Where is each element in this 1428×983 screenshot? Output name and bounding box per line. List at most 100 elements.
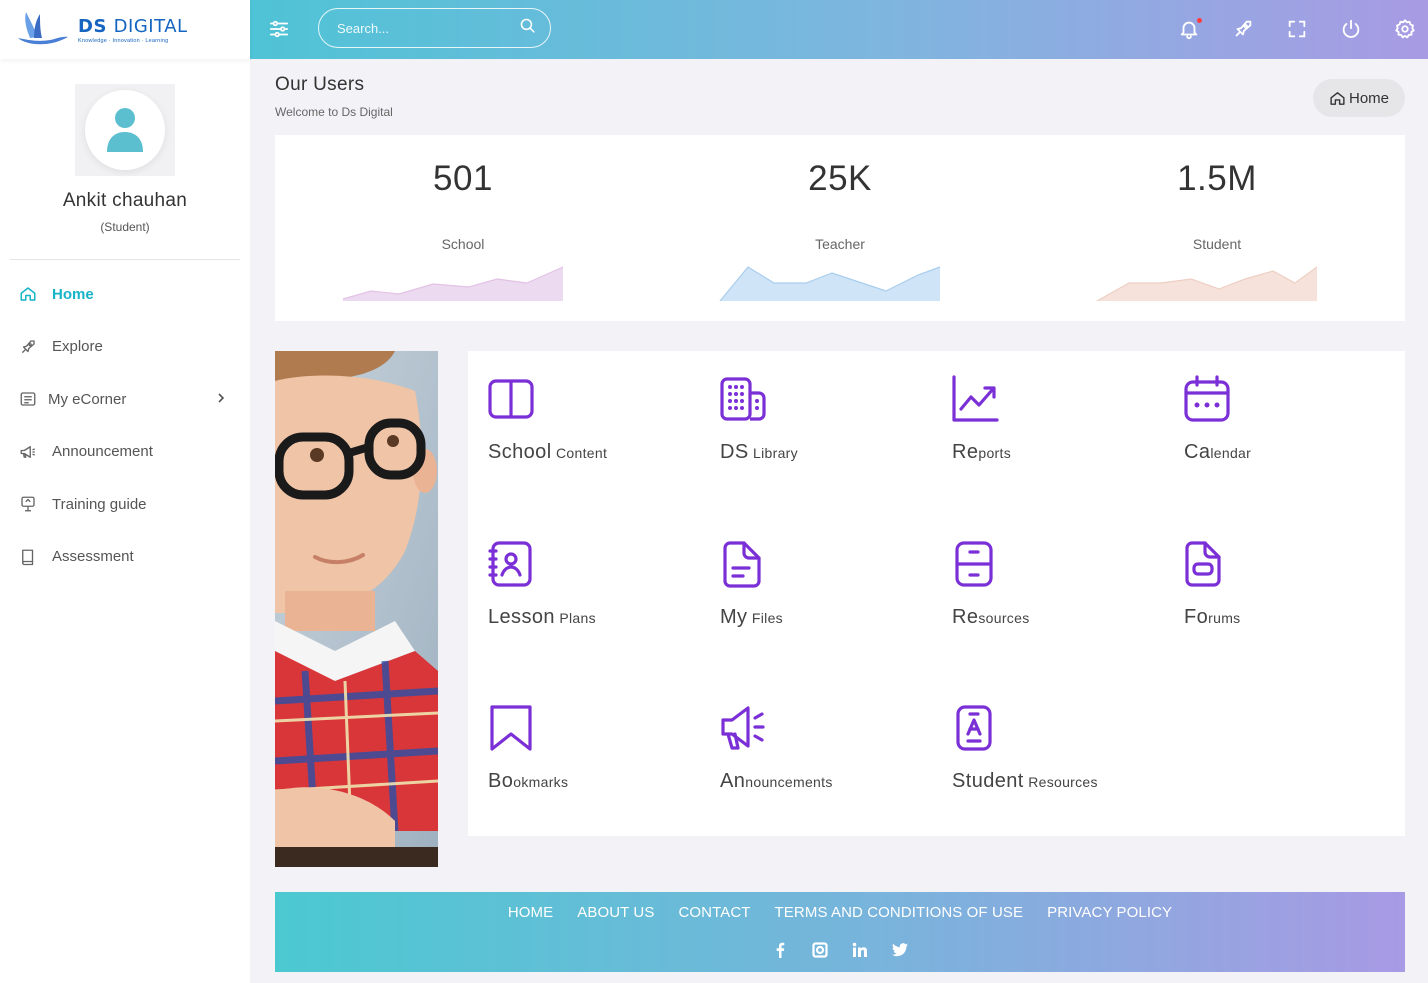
breadcrumb-home-button[interactable]: Home (1313, 79, 1405, 117)
sidebar-item-assessment[interactable]: Assessment (0, 531, 250, 584)
footer-link-about-us[interactable]: ABOUT US (577, 904, 654, 921)
sidebar: Ankit chauhan (Student) Home Explore My … (0, 59, 250, 983)
sidebar-item-label: Announcement (52, 443, 153, 461)
power-icon[interactable] (1337, 15, 1365, 43)
book-icon (18, 547, 38, 567)
page-title: Our Users (275, 74, 365, 95)
sidebar-item-training-guide[interactable]: Training guide (0, 478, 250, 531)
building-icon (720, 377, 766, 421)
settings-sliders-icon[interactable] (265, 15, 293, 43)
tile-student-resources[interactable]: Student Resources (932, 680, 1152, 810)
tile-label: Reports (952, 441, 1011, 463)
footer-link-privacy[interactable]: PRIVACY POLICY (1047, 904, 1172, 921)
tile-label: Announcements (720, 770, 833, 792)
stat-value: 501 (433, 159, 493, 198)
rocket-icon[interactable] (1229, 15, 1257, 43)
sidebar-item-explore[interactable]: Explore (0, 321, 250, 374)
trending-chart-icon (952, 375, 999, 422)
footer-nav: HOME ABOUT US CONTACT TERMS AND CONDITIO… (275, 904, 1405, 921)
linkedin-icon[interactable] (851, 941, 869, 959)
tile-lesson-plans[interactable]: Lesson Plans (468, 516, 688, 646)
search-icon[interactable] (519, 17, 536, 39)
avatar[interactable] (85, 90, 165, 170)
stat-label: School (441, 236, 485, 252)
tile-label: Forums (1184, 606, 1241, 628)
brand-tagline: Knowledge · Innovation · Learning (78, 37, 169, 44)
breadcrumb-label: Home (1348, 89, 1389, 107)
tile-school-content[interactable]: School Content (468, 351, 688, 481)
student-photo (275, 351, 438, 867)
search-input[interactable] (337, 20, 519, 36)
tile-ds-library[interactable]: DS Library (700, 351, 920, 481)
tile-reports[interactable]: Reports (932, 351, 1152, 481)
sidebar-item-label: Home (52, 285, 94, 303)
brand-name-bold: DS (78, 15, 114, 37)
tile-my-files[interactable]: My Files (700, 516, 920, 646)
sidebar-item-label: Assessment (52, 548, 134, 566)
feature-tiles-panel: School Content DS Library Reports Calend… (468, 351, 1405, 836)
brand-logo[interactable]: DS DIGITAL Knowledge · Innovation · Lear… (0, 0, 250, 59)
sparkline-school (342, 266, 564, 301)
gear-icon[interactable] (1391, 15, 1419, 43)
sidebar-item-my-ecorner[interactable]: My eCorner (0, 373, 250, 426)
avatar-frame (75, 84, 175, 176)
sidebar-item-label: My eCorner (48, 390, 127, 408)
twitter-icon[interactable] (891, 941, 909, 959)
notification-dot (1197, 18, 1202, 23)
footer-link-terms[interactable]: TERMS AND CONDITIONS OF USE (775, 904, 1024, 921)
sidebar-item-label: Explore (52, 338, 103, 356)
brand-name-thin: DIGITAL (113, 15, 188, 37)
footer-social (275, 941, 1405, 959)
tile-forums[interactable]: Forums (1164, 516, 1384, 646)
presentation-icon (18, 494, 38, 514)
sidebar-divider (10, 259, 240, 260)
page-header: Our Users Welcome to Ds Digital (275, 74, 393, 119)
tile-label: Bookmarks (488, 770, 569, 792)
stat-teacher: 25K Teacher (652, 135, 1028, 321)
megaphone-icon (18, 442, 38, 462)
home-icon (18, 284, 38, 304)
footer: HOME ABOUT US CONTACT TERMS AND CONDITIO… (275, 892, 1405, 972)
facebook-icon[interactable] (771, 941, 789, 959)
stat-label: Teacher (815, 236, 865, 252)
instagram-icon[interactable] (811, 941, 829, 959)
footer-link-home[interactable]: HOME (508, 904, 553, 921)
tile-label: Calendar (1184, 441, 1252, 463)
top-bar (250, 0, 1428, 59)
sparkline-teacher (719, 266, 941, 302)
tile-label: Student Resources (952, 770, 1098, 792)
tile-label: My Files (720, 606, 783, 628)
list-icon (18, 389, 38, 409)
tile-label: School Content (488, 441, 608, 463)
stat-school: 501 School (275, 135, 651, 321)
contact-book-icon (488, 541, 532, 587)
bell-icon[interactable] (1175, 15, 1203, 43)
rocket-icon (18, 337, 38, 357)
user-stats-panel: 501 School 25K Teacher 1.5M Student (275, 135, 1405, 321)
user-profile: Ankit chauhan (Student) (0, 59, 250, 234)
tile-label: DS Library (720, 441, 798, 463)
sidebar-item-home[interactable]: Home (0, 268, 250, 321)
chevron-right-icon (216, 391, 226, 408)
user-name: Ankit chauhan (62, 190, 188, 211)
footer-link-contact[interactable]: CONTACT (678, 904, 750, 921)
fullscreen-icon[interactable] (1283, 15, 1311, 43)
page-subtitle: Welcome to Ds Digital (275, 105, 393, 119)
megaphone-icon (721, 706, 765, 750)
tile-announcements[interactable]: Announcements (700, 680, 920, 810)
tile-calendar[interactable]: Calendar (1164, 351, 1384, 481)
document-icon (723, 541, 761, 588)
stat-label: Student (1192, 236, 1242, 252)
sidebar-nav: Home Explore My eCorner Announcement Tra… (0, 268, 250, 583)
sparkline-student (1096, 266, 1318, 302)
tile-bookmarks[interactable]: Bookmarks (468, 680, 688, 810)
sidebar-item-announcement[interactable]: Announcement (0, 426, 250, 479)
tile-resources[interactable]: Resources (932, 516, 1152, 646)
bird-logo-icon (18, 11, 68, 44)
calendar-icon (1184, 375, 1230, 422)
search-box (318, 8, 551, 48)
student-tablet-icon (956, 705, 992, 751)
stat-value: 25K (808, 159, 872, 198)
home-icon (1330, 91, 1345, 105)
user-role: (Student) (100, 220, 150, 234)
